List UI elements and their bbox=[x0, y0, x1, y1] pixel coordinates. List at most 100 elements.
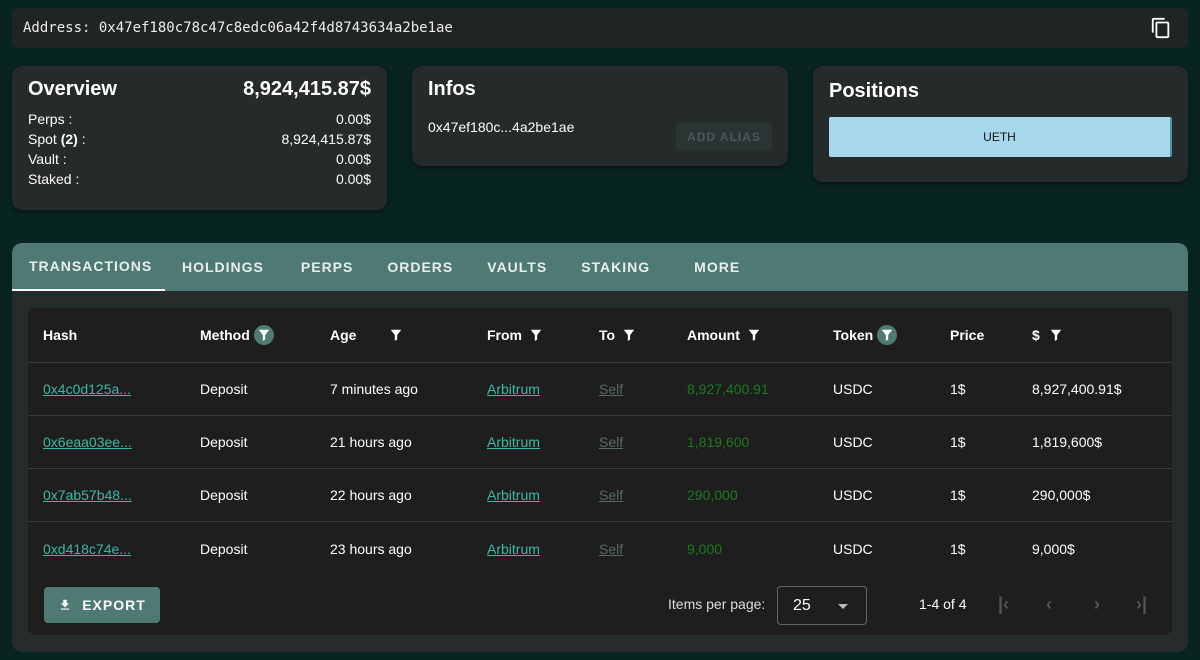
vault-label: Vault : bbox=[28, 151, 67, 167]
page-range: 1-4 of 4 bbox=[919, 596, 967, 612]
cell-method: Deposit bbox=[200, 540, 248, 557]
cell-token: USDC bbox=[833, 540, 873, 557]
items-per-page-value: 25 bbox=[793, 597, 811, 614]
cell-amount: 9,000 bbox=[687, 540, 723, 557]
cell-method: Deposit bbox=[200, 434, 248, 450]
position-ueth[interactable]: UETH bbox=[829, 117, 1172, 157]
table-row: 0x4c0d125a... Deposit 7 minutes ago Arbitru… bbox=[28, 363, 1172, 416]
tab-perps[interactable]: PERPS bbox=[284, 243, 370, 291]
dropdown-caret-icon bbox=[838, 604, 848, 609]
header-price: Price bbox=[950, 327, 985, 343]
staked-value: 0.00$ bbox=[335, 171, 371, 187]
filter-usd-icon[interactable] bbox=[1046, 325, 1066, 345]
add-alias-button[interactable]: ADD ALIAS bbox=[676, 123, 772, 150]
export-button[interactable]: EXPORT bbox=[44, 587, 160, 623]
export-label: EXPORT bbox=[82, 597, 146, 613]
cell-from[interactable]: Arbitrum bbox=[487, 416, 540, 468]
cell-usd: 1,819,600$ bbox=[1032, 434, 1103, 450]
tab-orders[interactable]: ORDERS bbox=[370, 243, 470, 291]
cell-from[interactable]: Arbitrum bbox=[487, 522, 540, 575]
header-usd: $ bbox=[1032, 308, 1066, 362]
overview-total: 8,924,415.87$ bbox=[243, 78, 371, 100]
cell-method: Deposit bbox=[200, 487, 248, 503]
header-hash: Hash bbox=[43, 327, 78, 343]
copy-icon[interactable] bbox=[1150, 17, 1172, 39]
cell-token: USDC bbox=[833, 434, 873, 450]
cell-from[interactable]: Arbitrum bbox=[487, 363, 540, 415]
filter-to-icon[interactable] bbox=[619, 325, 639, 345]
vault-value: 0.00$ bbox=[335, 151, 371, 167]
cell-age: 21 hours ago bbox=[330, 434, 412, 450]
spot-value: 8,924,415.87$ bbox=[281, 131, 371, 147]
header-to: To bbox=[599, 308, 639, 362]
spot-label: Spot (2) : bbox=[28, 131, 86, 147]
cell-hash[interactable]: 0x7ab57b48... bbox=[43, 469, 132, 521]
cell-age: 22 hours ago bbox=[330, 487, 412, 503]
cell-hash[interactable]: 0xd418c74e... bbox=[43, 522, 131, 575]
overview-title: Overview bbox=[28, 78, 117, 100]
tab-vaults[interactable]: VAULTS bbox=[470, 243, 564, 291]
tab-holdings[interactable]: HOLDINGS bbox=[165, 243, 284, 291]
items-per-page-select[interactable]: 25 bbox=[777, 586, 867, 625]
cell-price: 1$ bbox=[950, 540, 966, 557]
cell-amount: 1,819,600 bbox=[687, 434, 750, 450]
tab-staking[interactable]: STAKING bbox=[564, 243, 677, 291]
cell-price: 1$ bbox=[950, 434, 966, 450]
cell-price: 1$ bbox=[950, 381, 966, 397]
cell-hash[interactable]: 0x4c0d125a... bbox=[43, 363, 131, 415]
cell-method: Deposit bbox=[200, 381, 248, 397]
perps-value: 0.00$ bbox=[335, 111, 371, 127]
header-token: Token bbox=[833, 308, 898, 362]
cell-age: 7 minutes ago bbox=[330, 381, 418, 397]
cell-to[interactable]: Self bbox=[599, 469, 623, 521]
table-row: 0xd418c74e... Deposit 23 hours ago Arbitrum… bbox=[28, 522, 1172, 575]
cell-amount: 8,927,400.91 bbox=[687, 381, 769, 397]
table-footer: EXPORT Items per page: 25 1-4 of 4 |‹ ‹ … bbox=[28, 574, 1172, 635]
filter-token-icon[interactable] bbox=[877, 325, 898, 345]
table-row: 0x7ab57b48... Deposit 22 hours ago Arbitrum… bbox=[28, 469, 1172, 522]
cell-token: USDC bbox=[833, 487, 873, 503]
overview-card: Overview 8,924,415.87$ Perps : 0.00$ Spot … bbox=[12, 66, 387, 210]
last-page-icon[interactable]: ›| bbox=[1136, 594, 1147, 615]
positions-card: Positions UETH bbox=[813, 66, 1188, 182]
header-method: Method bbox=[200, 308, 274, 362]
transactions-table: EXPORT Items per page: 25 1-4 of 4 |‹ ‹ … bbox=[28, 308, 1172, 635]
filter-method-icon[interactable] bbox=[253, 325, 274, 345]
tab-bar: TRANSACTIONS HOLDINGS PERPS ORDERS VAULT… bbox=[12, 243, 1188, 291]
header-age: Age bbox=[330, 308, 406, 362]
tab-more[interactable]: MORE bbox=[677, 243, 757, 291]
address-bar: Address: 0x47ef180c78c47c8edc06a42f4d874… bbox=[12, 8, 1188, 48]
header-amount: Amount bbox=[687, 308, 764, 362]
table-header-row: Hash Method Age From To Amount Token Price $ bbox=[28, 308, 1172, 363]
tabs-container: TRANSACTIONS HOLDINGS PERPS ORDERS VAULT… bbox=[12, 243, 1188, 652]
first-page-icon[interactable]: |‹ bbox=[998, 594, 1009, 615]
cell-hash[interactable]: 0x6eaa03ee... bbox=[43, 416, 132, 468]
filter-from-icon[interactable] bbox=[526, 325, 546, 345]
address-text: Address: 0x47ef180c78c47c8edc06a42f4d874… bbox=[23, 20, 453, 36]
cell-usd: 8,927,400.91$ bbox=[1032, 381, 1122, 397]
cell-usd: 9,000$ bbox=[1032, 540, 1075, 557]
staked-label: Staked : bbox=[28, 171, 80, 187]
tab-transactions[interactable]: TRANSACTIONS bbox=[12, 243, 165, 291]
cell-price: 1$ bbox=[950, 487, 966, 503]
cell-to[interactable]: Self bbox=[599, 522, 623, 575]
items-per-page-label: Items per page: bbox=[668, 596, 766, 612]
cell-to[interactable]: Self bbox=[599, 416, 623, 468]
prev-page-icon[interactable]: ‹ bbox=[1046, 594, 1052, 615]
table-row: 0x6eaa03ee... Deposit 21 hours ago Arbitrum… bbox=[28, 416, 1172, 469]
cell-from[interactable]: Arbitrum bbox=[487, 469, 540, 521]
infos-card: Infos 0x47ef180c...4a2be1ae ADD ALIAS bbox=[412, 66, 788, 166]
cell-age: 23 hours ago bbox=[330, 540, 412, 557]
next-page-icon[interactable]: › bbox=[1094, 594, 1100, 615]
cell-token: USDC bbox=[833, 381, 873, 397]
infos-title: Infos bbox=[428, 78, 476, 100]
cell-usd: 290,000$ bbox=[1032, 487, 1091, 503]
filter-amount-icon[interactable] bbox=[744, 325, 764, 345]
perps-label: Perps : bbox=[28, 111, 73, 127]
cell-amount: 290,000 bbox=[687, 487, 738, 503]
positions-title: Positions bbox=[829, 80, 920, 102]
filter-age-icon[interactable] bbox=[386, 325, 406, 345]
download-icon bbox=[61, 599, 70, 610]
cell-to[interactable]: Self bbox=[599, 363, 623, 415]
header-from: From bbox=[487, 308, 546, 362]
